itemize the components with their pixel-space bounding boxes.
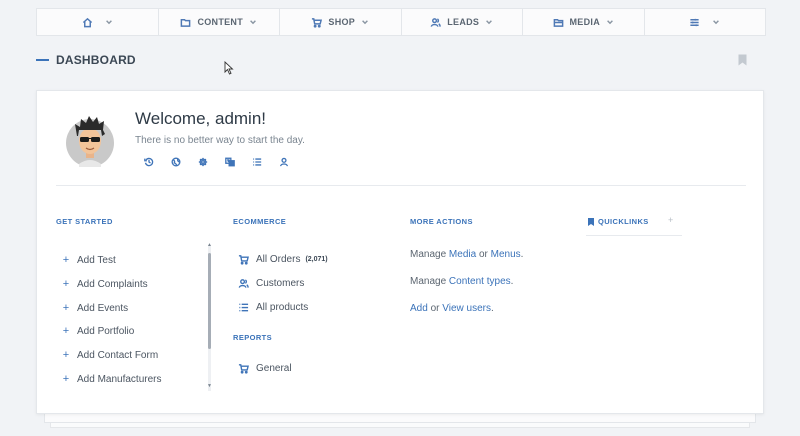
chevron-down-icon (362, 20, 369, 25)
get-started-item-label: Add Portfolio (77, 325, 135, 337)
gear-icon[interactable] (196, 155, 210, 169)
chevron-down-icon (105, 20, 112, 25)
get-started-heading: GET STARTED (56, 217, 113, 226)
bookmark-icon (588, 217, 594, 226)
welcome-subtitle: There is no better way to start the day. (135, 135, 305, 146)
plus-icon: + (62, 373, 70, 385)
chevron-down-icon (486, 20, 493, 25)
list-icon (239, 303, 249, 312)
home-icon (82, 17, 92, 27)
get-started-item-label: Add Complaints (77, 278, 148, 290)
nav-leads[interactable]: LEADS (402, 9, 523, 35)
folder-open-icon (553, 18, 563, 27)
mouse-cursor-icon (224, 61, 234, 75)
globe-icon[interactable] (169, 155, 183, 169)
get-started-item[interactable]: + Add Manufacturers (62, 373, 162, 385)
cart-icon (238, 364, 249, 374)
quicklinks-divider (586, 235, 682, 236)
translate-icon[interactable] (223, 155, 237, 169)
nav-settings[interactable] (645, 9, 766, 35)
nav-media[interactable]: MEDIA (523, 9, 645, 35)
title-accent-bar (36, 59, 49, 61)
more-actions-text: or (427, 303, 443, 314)
view-users-link[interactable]: View users (442, 303, 491, 314)
quick-action-icons (142, 155, 291, 169)
top-navigation: CONTENT SHOP LEADS MEDIA (36, 8, 766, 36)
get-started-item[interactable]: + Add Complaints (62, 278, 148, 290)
welcome-title: Welcome, admin! (135, 109, 267, 128)
orders-count-badge: (2,071) (305, 256, 328, 263)
ecommerce-item-orders[interactable]: All Orders (2,071) (238, 254, 328, 265)
chevron-down-icon (607, 20, 613, 25)
ecommerce-item-label: All products (256, 302, 309, 313)
ecommerce-item-customers[interactable]: Customers (238, 278, 304, 289)
more-actions-heading: MORE ACTIONS (410, 217, 473, 226)
quicklinks-heading: QUICKLINKS (598, 217, 649, 226)
chevron-down-icon (713, 20, 720, 25)
bookmark-icon[interactable] (738, 54, 747, 66)
history-icon[interactable] (142, 155, 156, 169)
more-actions-text: . (490, 303, 494, 314)
plus-icon: + (62, 349, 70, 361)
ecommerce-item-label: Customers (256, 278, 305, 289)
user-icon[interactable] (277, 155, 291, 169)
get-started-item-label: Add Contact Form (77, 349, 159, 361)
page-header: DASHBOARD (36, 53, 136, 67)
get-started-item[interactable]: + Add Events (62, 302, 128, 314)
get-started-item[interactable]: + Add Test (62, 254, 116, 266)
content-types-link[interactable]: Content types (449, 276, 511, 287)
more-actions-line: Manage Content types. (410, 276, 513, 287)
plus-icon: + (62, 254, 70, 266)
cart-icon (238, 255, 249, 265)
nav-leads-label: LEADS (447, 17, 480, 27)
ecommerce-item-products[interactable]: All products (238, 302, 308, 313)
get-started-item-label: Add Test (77, 254, 116, 266)
more-actions-text: or (476, 249, 491, 260)
plus-icon: + (62, 302, 70, 314)
folder-icon (181, 18, 191, 27)
manage-menus-link[interactable]: Menus (491, 249, 521, 260)
more-actions-line: Manage Media or Menus. (410, 249, 523, 260)
sliders-icon (690, 18, 699, 26)
users-icon (238, 279, 249, 288)
list-icon[interactable] (250, 155, 264, 169)
more-actions-text: Manage (410, 249, 449, 260)
nav-content-label: CONTENT (197, 17, 244, 27)
nav-content[interactable]: CONTENT (159, 9, 280, 35)
welcome-card: Welcome, admin! There is no better way t… (36, 90, 764, 414)
ecommerce-item-label: All Orders (256, 254, 301, 265)
more-actions-text: Manage (410, 276, 449, 287)
manage-media-link[interactable]: Media (449, 249, 476, 260)
reports-heading: REPORTS (233, 333, 273, 342)
avatar (66, 116, 114, 167)
scroll-up-icon[interactable]: ▲ (207, 242, 212, 248)
nav-shop-label: SHOP (328, 17, 356, 27)
users-icon (430, 17, 442, 27)
get-started-item-label: Add Manufacturers (77, 373, 162, 385)
page-title: DASHBOARD (56, 53, 136, 67)
quicklinks-header: QUICKLINKS (588, 217, 649, 226)
more-actions-text: . (510, 276, 514, 287)
ecommerce-heading: ECOMMERCE (233, 217, 287, 226)
get-started-item[interactable]: + Add Portfolio (62, 325, 134, 337)
reports-item-label: General (256, 363, 292, 374)
nav-shop[interactable]: SHOP (280, 9, 402, 35)
cart-icon (312, 17, 323, 28)
get-started-item[interactable]: + Add Contact Form (62, 349, 158, 361)
get-started-item-label: Add Events (77, 302, 129, 314)
more-actions-text: . (520, 249, 524, 260)
nav-home[interactable] (37, 9, 159, 35)
plus-icon: + (62, 278, 70, 290)
section-divider (56, 185, 746, 186)
add-user-link[interactable]: Add (410, 303, 428, 314)
reports-item-general[interactable]: General (238, 363, 292, 374)
scrollbar-thumb[interactable] (208, 253, 211, 349)
scroll-down-icon[interactable]: ▼ (207, 383, 212, 389)
more-actions-line: Add or View users. (410, 303, 494, 314)
plus-icon: + (62, 325, 70, 337)
chevron-down-icon (250, 20, 256, 25)
nav-media-label: MEDIA (569, 17, 600, 27)
add-quicklink-button[interactable]: + (668, 215, 673, 225)
